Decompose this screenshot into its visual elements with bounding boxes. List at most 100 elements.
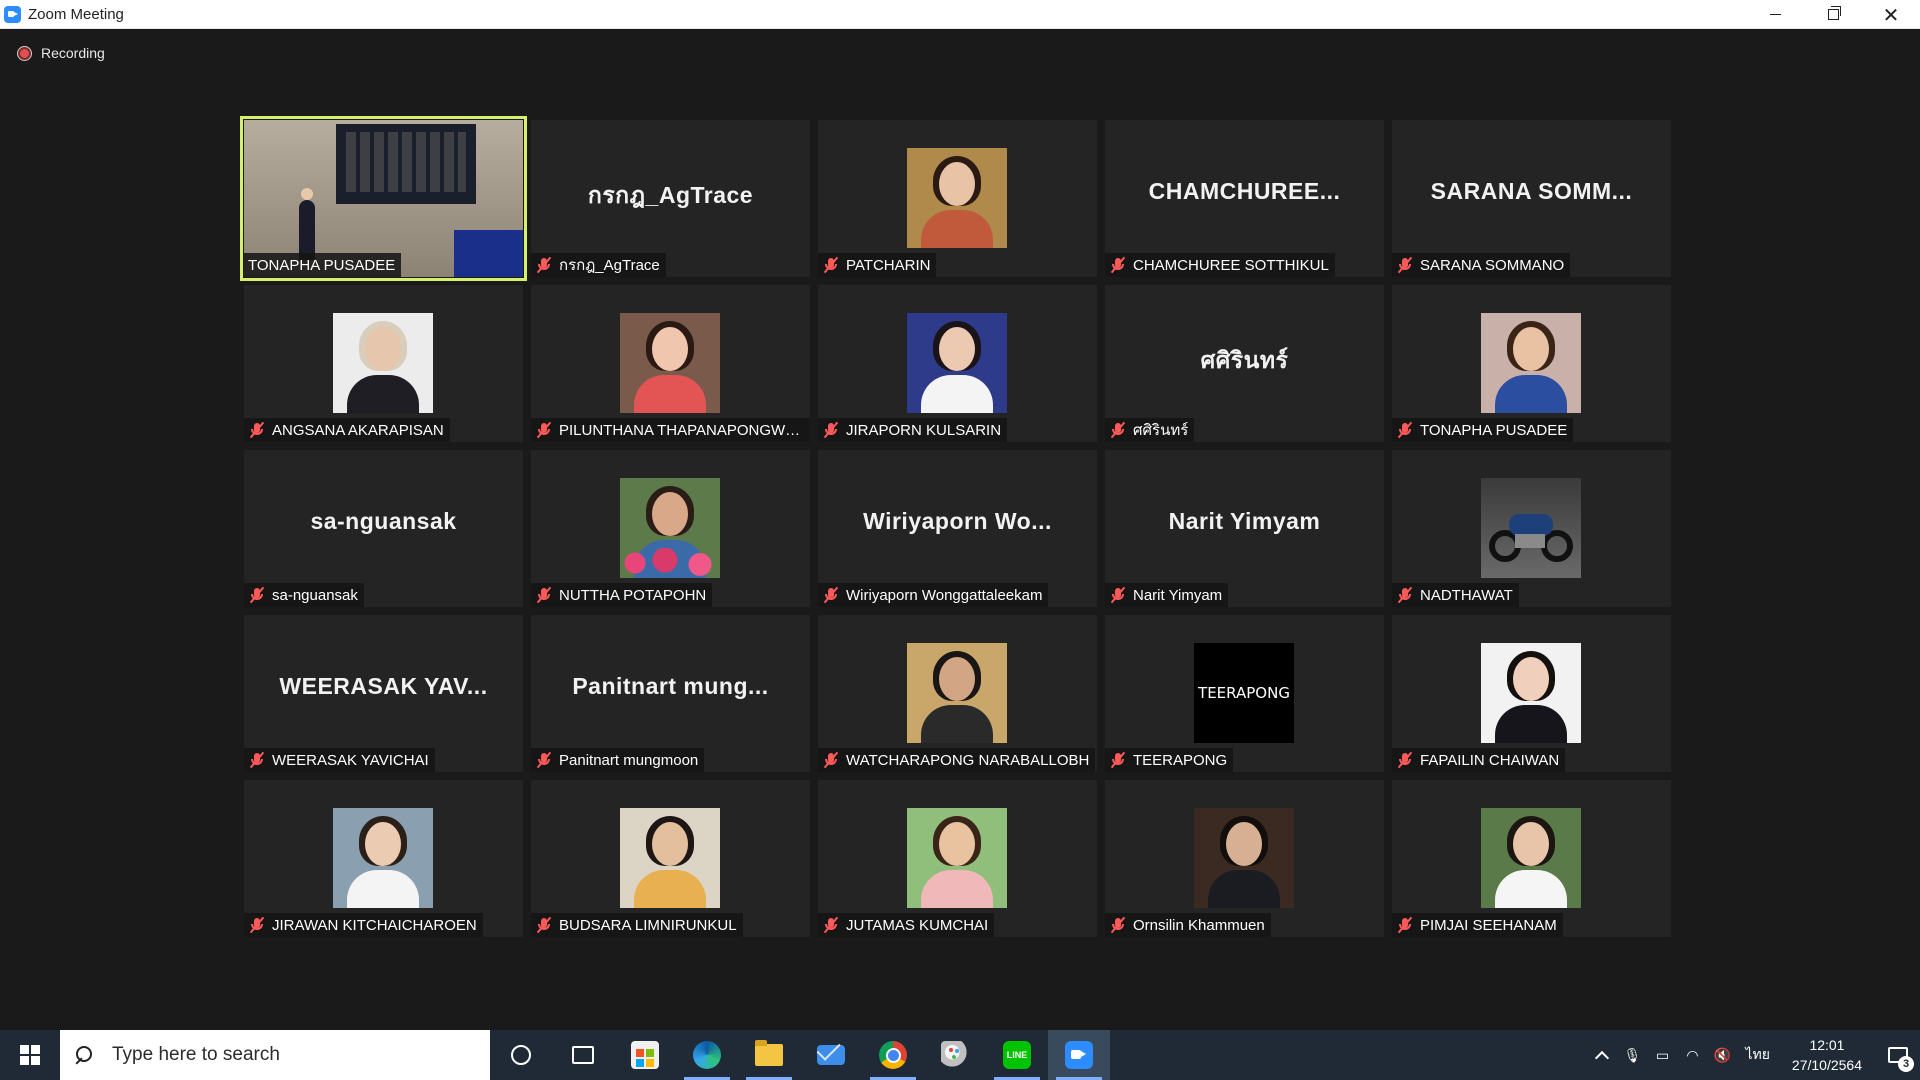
window-title: Zoom Meeting	[28, 5, 124, 23]
participant-tile[interactable]: JUTAMAS KUMCHAI	[818, 780, 1097, 937]
participant-photo	[1481, 313, 1581, 413]
participant-tile[interactable]: JIRAWAN KITCHAICHAROEN	[244, 780, 523, 937]
chrome-icon	[879, 1041, 907, 1069]
participant-name-bar: ANGSANA AKARAPISAN	[244, 418, 450, 442]
participant-tile[interactable]: TONAPHA PUSADEE	[240, 116, 527, 281]
participant-name: PATCHARIN	[846, 256, 931, 274]
minimize-icon	[1769, 14, 1781, 15]
participant-tile[interactable]: FAPAILIN CHAIWAN	[1392, 615, 1671, 772]
file-explorer-button[interactable]	[738, 1030, 800, 1080]
file-explorer-icon	[755, 1040, 783, 1066]
zoom-taskbar-button[interactable]	[1048, 1030, 1110, 1080]
muted-mic-icon	[1109, 421, 1127, 439]
microphone-icon: 🎙	[1623, 1046, 1642, 1063]
participant-tile[interactable]: TONAPHA PUSADEE	[1392, 285, 1671, 442]
participant-name-bar: PATCHARIN	[818, 253, 937, 277]
participant-photo	[620, 808, 720, 908]
participant-tile[interactable]: WATCHARAPONG NARABALLOBH	[818, 615, 1097, 772]
microphone-tray-button[interactable]: 🎙	[1617, 1030, 1647, 1080]
window-controls: ✕	[1746, 0, 1920, 29]
taskbar-search-box[interactable]	[60, 1030, 490, 1080]
participant-photo	[907, 148, 1007, 248]
muted-mic-icon	[1109, 586, 1127, 604]
minimize-button[interactable]	[1746, 0, 1804, 29]
participant-name-bar: TONAPHA PUSADEE	[1392, 418, 1574, 442]
network-tray-button[interactable]: ◠	[1677, 1030, 1707, 1080]
system-tray: 🎙 ▭ ◠ 🔇 ไทย 12:01 27/10/2564 3	[1587, 1030, 1920, 1080]
participant-tile[interactable]: PILUNTHANA THAPANAPONGWO...	[531, 285, 810, 442]
participant-name: BUDSARA LIMNIRUNKUL	[559, 916, 737, 934]
recording-indicator[interactable]: Recording	[18, 45, 105, 61]
show-hidden-icons-button[interactable]	[1587, 1030, 1617, 1080]
participant-name-bar: FAPAILIN CHAIWAN	[1392, 748, 1566, 772]
search-input[interactable]	[112, 1044, 472, 1066]
participant-name: PILUNTHANA THAPANAPONGWO...	[559, 421, 804, 439]
participant-display-name: SARANA SOMM...	[1430, 178, 1633, 204]
battery-icon: ▭	[1655, 1046, 1670, 1063]
restore-button[interactable]	[1804, 0, 1862, 29]
close-icon: ✕	[1882, 2, 1900, 27]
participant-name: กรกฎ_AgTrace	[559, 257, 660, 274]
participant-tile[interactable]: Panitnart mung... Panitnart mungmoon	[531, 615, 810, 772]
paint-icon	[941, 1041, 969, 1069]
participant-name: JUTAMAS KUMCHAI	[846, 916, 989, 934]
input-language[interactable]: ไทย	[1737, 1044, 1777, 1066]
volume-muted-icon: 🔇	[1713, 1046, 1732, 1063]
participant-name: TONAPHA PUSADEE	[1420, 421, 1568, 439]
recording-label: Recording	[41, 45, 105, 61]
video-grid: TONAPHA PUSADEE กรกฎ_AgTrace กรกฎ_AgTrace P…	[240, 116, 1676, 940]
muted-mic-icon	[1396, 916, 1414, 934]
mail-icon	[817, 1045, 845, 1065]
participant-name: ศศิรินทร์	[1133, 422, 1189, 439]
edge-button[interactable]	[676, 1030, 738, 1080]
participant-tile[interactable]: Wiriyaporn Wo... Wiriyaporn Wonggattaleek…	[818, 450, 1097, 607]
participant-tile[interactable]: sa-nguansak sa-nguansak	[244, 450, 523, 607]
participant-photo	[620, 313, 720, 413]
muted-mic-icon	[822, 916, 840, 934]
cortana-button[interactable]	[490, 1030, 552, 1080]
battery-tray-button[interactable]: ▭	[1647, 1030, 1677, 1080]
participant-tile[interactable]: NADTHAWAT	[1392, 450, 1671, 607]
participant-tile[interactable]: PATCHARIN	[818, 120, 1097, 277]
participant-photo	[907, 313, 1007, 413]
taskbar-clock[interactable]: 12:01 27/10/2564	[1778, 1035, 1876, 1075]
chrome-button[interactable]	[862, 1030, 924, 1080]
participant-tile[interactable]: SARANA SOMM... SARANA SOMMANO	[1392, 120, 1671, 277]
participant-tile[interactable]: TEERAPONG TEERAPONG	[1105, 615, 1384, 772]
participant-tile[interactable]: ANGSANA AKARAPISAN	[244, 285, 523, 442]
participant-name-bar: ศศิรินทร์	[1105, 418, 1195, 442]
participant-tile[interactable]: NUTTHA POTAPOHN	[531, 450, 810, 607]
participant-name-bar: SARANA SOMMANO	[1392, 253, 1571, 277]
muted-mic-icon	[248, 586, 266, 604]
participant-photo	[907, 643, 1007, 743]
participant-tile[interactable]: CHAMCHUREE... CHAMCHUREE SOTTHIKUL	[1105, 120, 1384, 277]
task-view-button[interactable]	[552, 1030, 614, 1080]
participant-tile[interactable]: ศศิรินทร์ ศศิรินทร์	[1105, 285, 1384, 442]
participant-name-bar: sa-nguansak	[244, 583, 364, 607]
participant-tile[interactable]: BUDSARA LIMNIRUNKUL	[531, 780, 810, 937]
wifi-icon: ◠	[1686, 1046, 1699, 1063]
window-title-bar: Zoom Meeting ✕	[0, 0, 1920, 29]
volume-tray-button[interactable]: 🔇	[1707, 1030, 1737, 1080]
zoom-icon	[1065, 1041, 1093, 1069]
participant-tile[interactable]: PIMJAI SEEHANAM	[1392, 780, 1671, 937]
participant-name: Ornsilin Khammuen	[1133, 916, 1265, 934]
paint-button[interactable]	[924, 1030, 986, 1080]
mail-button[interactable]	[800, 1030, 862, 1080]
participant-tile[interactable]: กรกฎ_AgTrace กรกฎ_AgTrace	[531, 120, 810, 277]
start-button[interactable]	[0, 1030, 60, 1080]
participant-name: JIRAWAN KITCHAICHAROEN	[272, 916, 477, 934]
participant-tile[interactable]: Ornsilin Khammuen	[1105, 780, 1384, 937]
participant-display-name: ศศิรินทร์	[1200, 347, 1289, 373]
participant-tile[interactable]: WEERASAK YAV... WEERASAK YAVICHAI	[244, 615, 523, 772]
participant-tile[interactable]: Narit Yimyam Narit Yimyam	[1105, 450, 1384, 607]
muted-mic-icon	[248, 916, 266, 934]
action-center-button[interactable]: 3	[1876, 1030, 1920, 1080]
close-button[interactable]: ✕	[1862, 0, 1920, 29]
participant-photo	[333, 313, 433, 413]
participant-tile[interactable]: JIRAPORN KULSARIN	[818, 285, 1097, 442]
store-button[interactable]	[614, 1030, 676, 1080]
participant-name-bar: PILUNTHANA THAPANAPONGWO...	[531, 418, 810, 442]
line-button[interactable]: LINE	[986, 1030, 1048, 1080]
muted-mic-icon	[1396, 256, 1414, 274]
